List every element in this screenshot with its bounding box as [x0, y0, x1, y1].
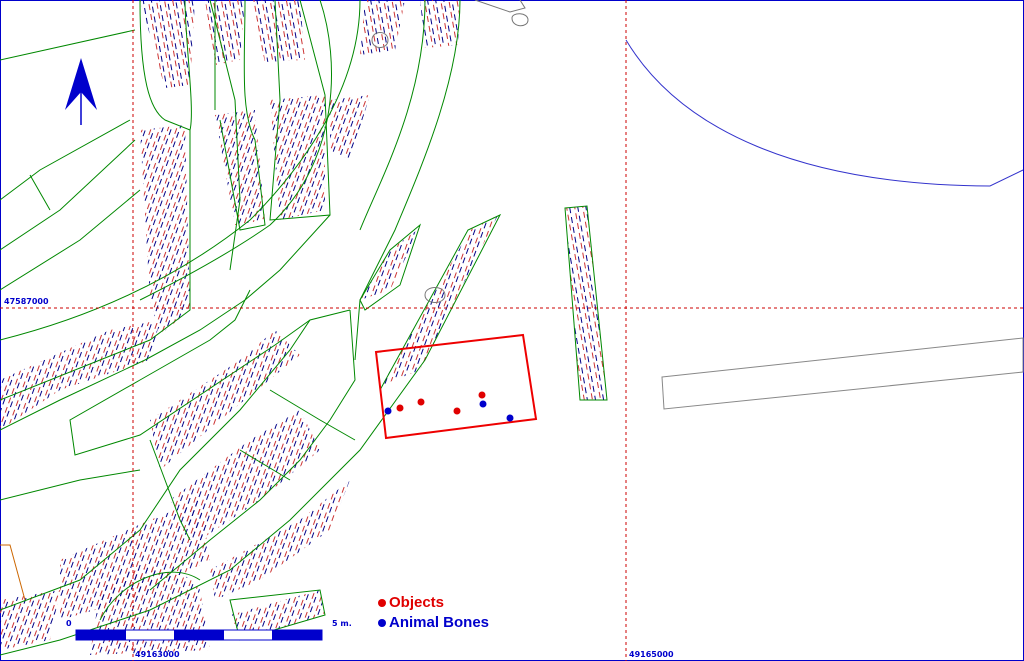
objects-dot-icon	[378, 598, 386, 607]
legend-bones: Animal Bones	[378, 614, 489, 631]
legend-objects: Objects	[378, 594, 444, 611]
bone-find-point	[479, 400, 487, 408]
edge-feature	[0, 544, 26, 601]
grid-label-x-right: 49165000	[629, 650, 674, 659]
legend-bones-label: Animal Bones	[389, 614, 490, 631]
object-find-point	[453, 407, 461, 415]
scale-end-label: 5 m.	[332, 619, 352, 628]
bones-dot-icon	[378, 618, 386, 627]
contour-curve	[625, 39, 1024, 187]
find-points	[384, 391, 514, 422]
bone-find-point	[506, 414, 514, 422]
scale-start-label: 0	[66, 619, 72, 628]
object-find-point	[396, 404, 404, 412]
grey-feature	[661, 337, 1024, 410]
grid-label-y: 47587000	[4, 297, 49, 306]
map-canvas	[0, 0, 1024, 661]
site-plan-map: 47587000 49163000 49165000 0 5 m. Object…	[0, 0, 1024, 661]
object-find-point	[417, 398, 425, 406]
scale-bar	[75, 629, 323, 641]
object-find-point	[478, 391, 486, 399]
north-arrow-icon	[65, 58, 97, 125]
grid-label-x-left: 49163000	[135, 650, 180, 659]
bone-find-point	[384, 407, 392, 415]
legend-objects-label: Objects	[389, 594, 445, 611]
trench-rectangle	[374, 333, 538, 440]
